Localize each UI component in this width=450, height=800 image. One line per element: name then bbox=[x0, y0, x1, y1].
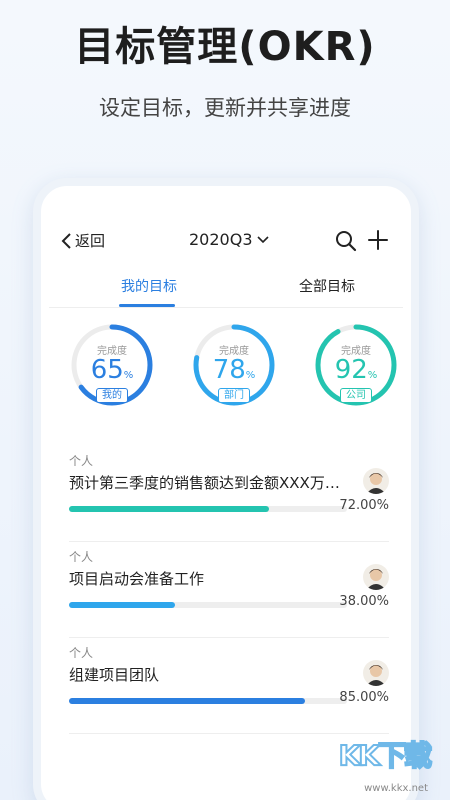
tab-my-goals[interactable]: 我的目标 bbox=[121, 276, 177, 296]
navbar: 返回 2020Q3 bbox=[49, 224, 403, 260]
ring-tag: 部门 bbox=[218, 388, 250, 403]
tab-all-goals[interactable]: 全部目标 bbox=[299, 276, 355, 296]
ring-value: 92% bbox=[313, 355, 399, 385]
progress-fill bbox=[69, 602, 175, 608]
progress-track bbox=[69, 506, 347, 512]
progress-percent: 38.00% bbox=[339, 594, 389, 609]
progress-percent: 72.00% bbox=[339, 498, 389, 513]
ring-mine[interactable]: 完成度 65% 我的 bbox=[69, 322, 155, 408]
progress-percent: 85.00% bbox=[339, 690, 389, 705]
ring-department[interactable]: 完成度 78% 部门 bbox=[191, 322, 277, 408]
back-button[interactable]: 返回 bbox=[61, 230, 105, 251]
avatar bbox=[363, 660, 389, 686]
back-label: 返回 bbox=[75, 232, 106, 250]
ring-number: 65 bbox=[90, 355, 124, 385]
ring-tag: 公司 bbox=[340, 388, 372, 403]
avatar bbox=[363, 468, 389, 494]
okr-type: 个人 bbox=[69, 550, 94, 564]
watermark-logo: KK下载 bbox=[338, 734, 433, 774]
ring-tag: 我的 bbox=[96, 388, 128, 403]
progress-fill bbox=[69, 698, 306, 704]
chevron-left-icon bbox=[61, 232, 71, 249]
avatar bbox=[363, 564, 389, 590]
phone-frame: 返回 2020Q3 我的目标 全部目标 完成度 65% 我的 完成度 78% 部… bbox=[33, 178, 419, 800]
ring-company[interactable]: 完成度 92% 公司 bbox=[313, 322, 399, 408]
ring-unit: % bbox=[245, 370, 256, 381]
ring-number: 78 bbox=[212, 355, 246, 385]
okr-type: 个人 bbox=[69, 646, 94, 660]
search-icon[interactable] bbox=[335, 230, 357, 252]
okr-title: 预计第三季度的销售额达到金额XXX万… bbox=[69, 474, 340, 492]
ring-unit: % bbox=[123, 370, 134, 381]
progress-fill bbox=[69, 506, 270, 512]
active-tab-indicator bbox=[119, 304, 175, 307]
okr-type: 个人 bbox=[69, 454, 94, 468]
chevron-down-icon bbox=[256, 235, 269, 243]
okr-list: 个人 预计第三季度的销售额达到金额XXX万… 72.00% 个人 项目启动会准备… bbox=[49, 446, 403, 734]
hero-title: 目标管理(OKR) bbox=[74, 24, 376, 70]
okr-item[interactable]: 个人 组建项目团队 85.00% bbox=[69, 638, 389, 734]
ring-value: 78% bbox=[191, 355, 277, 385]
hero-subtitle: 设定目标，更新并共享进度 bbox=[99, 96, 351, 120]
app-screen: 返回 2020Q3 我的目标 全部目标 完成度 65% 我的 完成度 78% 部… bbox=[49, 206, 403, 800]
watermark-brand: KK下载 bbox=[338, 738, 433, 773]
okr-title: 组建项目团队 bbox=[69, 666, 160, 684]
period-label: 2020Q3 bbox=[189, 230, 253, 249]
ring-number: 92 bbox=[334, 355, 368, 385]
completion-rings: 完成度 65% 我的 完成度 78% 部门 完成度 92% 公司 bbox=[49, 322, 403, 422]
tab-bar: 我的目标 全部目标 bbox=[49, 268, 403, 308]
okr-item[interactable]: 个人 预计第三季度的销售额达到金额XXX万… 72.00% bbox=[69, 446, 389, 542]
ring-value: 65% bbox=[69, 355, 155, 385]
period-selector[interactable]: 2020Q3 bbox=[189, 230, 269, 249]
progress-track bbox=[69, 602, 347, 608]
plus-icon[interactable] bbox=[367, 228, 389, 252]
okr-item[interactable]: 个人 项目启动会准备工作 38.00% bbox=[69, 542, 389, 638]
okr-title: 项目启动会准备工作 bbox=[69, 570, 205, 588]
ring-unit: % bbox=[367, 370, 378, 381]
watermark-url: www.kkx.net bbox=[364, 783, 428, 794]
progress-track bbox=[69, 698, 347, 704]
